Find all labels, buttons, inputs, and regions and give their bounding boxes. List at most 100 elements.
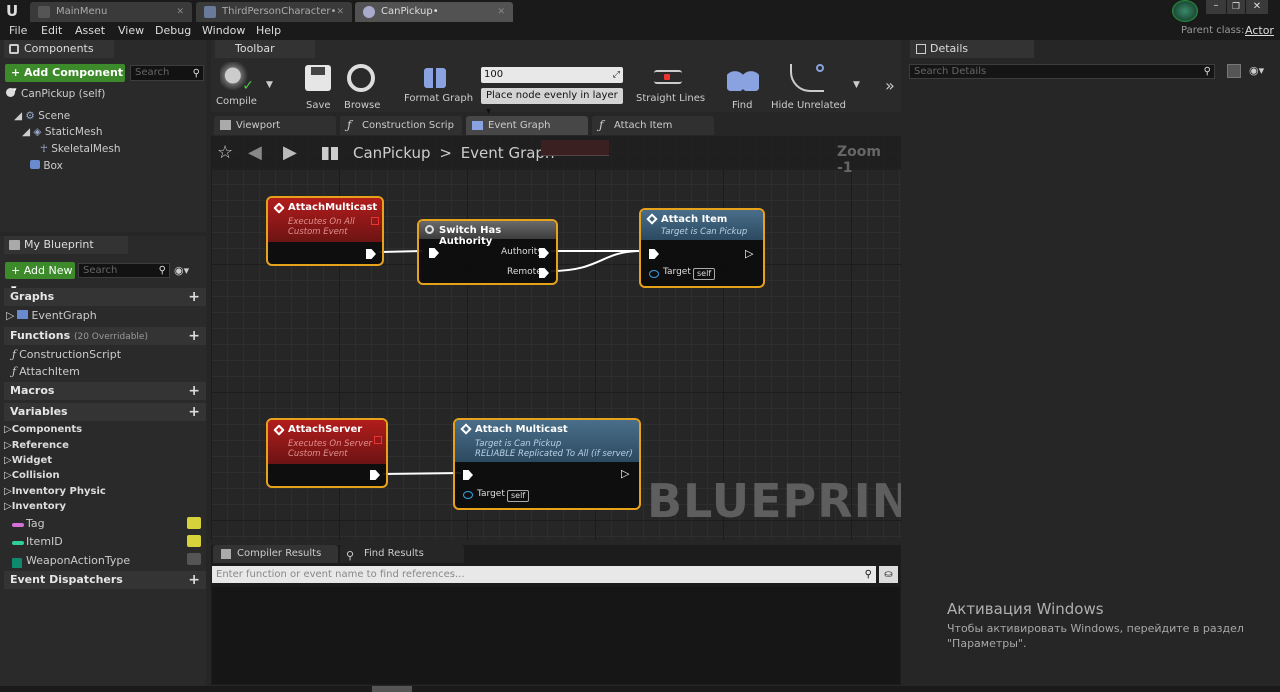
section-variables[interactable]: Variables + (4, 403, 206, 421)
target-self-box[interactable]: self (693, 268, 716, 280)
exec-in-pin[interactable] (429, 248, 439, 258)
layout-select[interactable]: Place node evenly in layer ▾ (481, 88, 623, 117)
node-switch-has-authority[interactable]: Switch Has Authority Authority Remote (417, 219, 558, 285)
details-search-input[interactable]: Search Details ⚲ (909, 64, 1215, 79)
parent-class-value[interactable]: Actor (1245, 24, 1274, 37)
tree-item-staticmesh[interactable]: ◢ ◈ StaticMesh (22, 126, 103, 138)
exec-in-pin[interactable] (649, 249, 659, 259)
visibility-eye-icon[interactable] (187, 553, 201, 565)
add-function-button[interactable]: + (188, 327, 200, 345)
tab-thirdpersoncharacter[interactable]: ThirdPersonCharacter• ✕ (196, 2, 352, 22)
visibility-eye-icon[interactable] (187, 517, 201, 529)
tab-compiler-results[interactable]: Compiler Results (213, 545, 338, 563)
tab-find-results[interactable]: ⚲ Find Results (340, 545, 464, 563)
variable-item-weaponactiontype[interactable]: WeaponActionType (26, 554, 130, 567)
node-attachserver-event[interactable]: AttachServer Executes On Server Custom E… (266, 418, 388, 488)
delegate-pin-icon[interactable] (374, 436, 382, 444)
save-button[interactable]: Save (306, 100, 331, 111)
tab-canpickup[interactable]: CanPickup• ✕ (355, 2, 513, 22)
add-new-button[interactable]: + Add New ▾ (5, 262, 75, 295)
minimize-button[interactable]: – (1206, 0, 1226, 14)
add-dispatcher-button[interactable]: + (188, 571, 200, 589)
format-graph-button[interactable]: Format Graph (404, 93, 473, 104)
binoculars-icon[interactable] (727, 65, 759, 91)
compile-button[interactable]: Compile (216, 96, 257, 107)
variable-item-tag[interactable]: Tag (26, 517, 45, 530)
property-matrix-icon[interactable] (1227, 64, 1241, 78)
compile-icon[interactable]: ✓ (220, 62, 254, 94)
exec-out-pin-hollow[interactable]: ▷ (621, 467, 629, 480)
components-search-input[interactable]: Search ⚲ (130, 65, 204, 81)
find-button[interactable]: Find (732, 100, 753, 111)
tab-mainmenu[interactable]: MainMenu ✕ (30, 2, 192, 22)
close-icon[interactable]: ✕ (336, 2, 344, 22)
node-attach-multicast-call[interactable]: Attach Multicast Target is Can Pickup RE… (453, 418, 641, 510)
exec-out-pin[interactable] (370, 470, 380, 480)
save-icon[interactable] (305, 65, 331, 91)
graph-item-eventgraph[interactable]: ▷ EventGraph (6, 309, 97, 322)
function-item-attachitem[interactable]: ƒ AttachItem (12, 365, 80, 378)
unreal-logo[interactable]: U (6, 2, 24, 20)
view-options-eye-icon[interactable]: ◉▾ (174, 264, 189, 277)
close-icon[interactable]: ✕ (497, 2, 505, 22)
node-attach-item[interactable]: Attach Item Target is Can Pickup ▷ Targe… (639, 208, 765, 288)
var-category-collision[interactable]: ▷Collision (4, 470, 60, 481)
tree-item-skeletalmesh[interactable]: ☥ SkeletalMesh (40, 143, 121, 155)
tab-viewport[interactable]: Viewport (214, 116, 336, 135)
target-self-box[interactable]: self (507, 490, 530, 502)
menu-view[interactable]: View (118, 24, 144, 37)
node-attachmulticast-event[interactable]: AttachMulticast Executes On All Custom E… (266, 196, 384, 266)
object-pin-icon[interactable] (463, 491, 473, 499)
variable-item-itemid[interactable]: ItemID (26, 535, 63, 548)
add-macro-button[interactable]: + (188, 382, 200, 400)
var-category-widget[interactable]: ▷Widget (4, 455, 52, 466)
menu-help[interactable]: Help (256, 24, 281, 37)
hide-unrelated-button[interactable]: Hide Unrelated (771, 100, 846, 111)
section-macros[interactable]: Macros + (4, 382, 206, 400)
section-graphs[interactable]: Graphs + (4, 288, 206, 306)
source-control-icon[interactable] (1172, 0, 1198, 22)
exec-out-pin-hollow[interactable]: ▷ (745, 247, 753, 260)
exec-out-pin[interactable] (366, 249, 376, 259)
exec-out-pin-remote[interactable] (539, 268, 549, 278)
object-pin-icon[interactable] (649, 270, 659, 278)
add-graph-button[interactable]: + (188, 288, 200, 306)
straight-lines-icon[interactable] (654, 70, 682, 84)
delegate-pin-icon[interactable] (371, 217, 379, 225)
menu-edit[interactable]: Edit (41, 24, 62, 37)
section-event-dispatchers[interactable]: Event Dispatchers + (4, 571, 206, 589)
add-component-button[interactable]: + Add Component ▾ (5, 64, 125, 97)
tree-item-scene[interactable]: ◢ ⚙ Scene (14, 110, 70, 122)
self-item[interactable]: CanPickup (self) (6, 88, 105, 100)
function-item-constructionscript[interactable]: ƒ ConstructionScript (12, 348, 121, 361)
var-category-components[interactable]: ▷Components (4, 424, 82, 435)
close-window-button[interactable]: ✕ (1246, 0, 1268, 14)
menu-file[interactable]: File (9, 24, 27, 37)
find-references-input[interactable]: Enter function or event name to find ref… (212, 566, 876, 583)
menu-window[interactable]: Window (202, 24, 245, 37)
tab-event-graph[interactable]: Event Graph (466, 116, 588, 135)
menu-debug[interactable]: Debug (155, 24, 191, 37)
var-category-inventory[interactable]: ▷Inventory (4, 501, 66, 512)
exec-in-pin[interactable] (463, 470, 473, 480)
browse-magnifier-icon[interactable] (347, 64, 375, 92)
my-blueprint-search-input[interactable]: Search ⚲ (78, 263, 170, 278)
hide-unrelated-dropdown[interactable]: ▼ (853, 80, 860, 90)
find-in-all-blueprints-button[interactable]: ⛀ (879, 566, 898, 583)
view-options-eye-icon[interactable]: ◉▾ (1249, 64, 1264, 77)
toolbar-overflow-chevron-icon[interactable]: » (885, 76, 895, 95)
var-category-reference[interactable]: ▷Reference (4, 440, 69, 451)
spacing-input[interactable]: 100 ⤢ (481, 67, 623, 83)
format-graph-icon[interactable] (424, 68, 446, 88)
tab-attach-item[interactable]: ƒ Attach Item (592, 116, 714, 135)
close-icon[interactable]: ✕ (176, 2, 184, 22)
section-functions[interactable]: Functions (20 Overridable) + (4, 327, 206, 345)
straight-lines-button[interactable]: Straight Lines (636, 93, 705, 104)
compile-options-dropdown[interactable]: ▼ (266, 80, 273, 90)
tab-construction-script[interactable]: ƒ Construction Scrip (340, 116, 462, 135)
tree-item-box[interactable]: Box (30, 160, 63, 172)
menu-asset[interactable]: Asset (75, 24, 105, 37)
maximize-button[interactable]: ❐ (1227, 0, 1245, 14)
taskbar-item[interactable] (372, 686, 412, 692)
exec-out-pin-authority[interactable] (539, 248, 549, 258)
